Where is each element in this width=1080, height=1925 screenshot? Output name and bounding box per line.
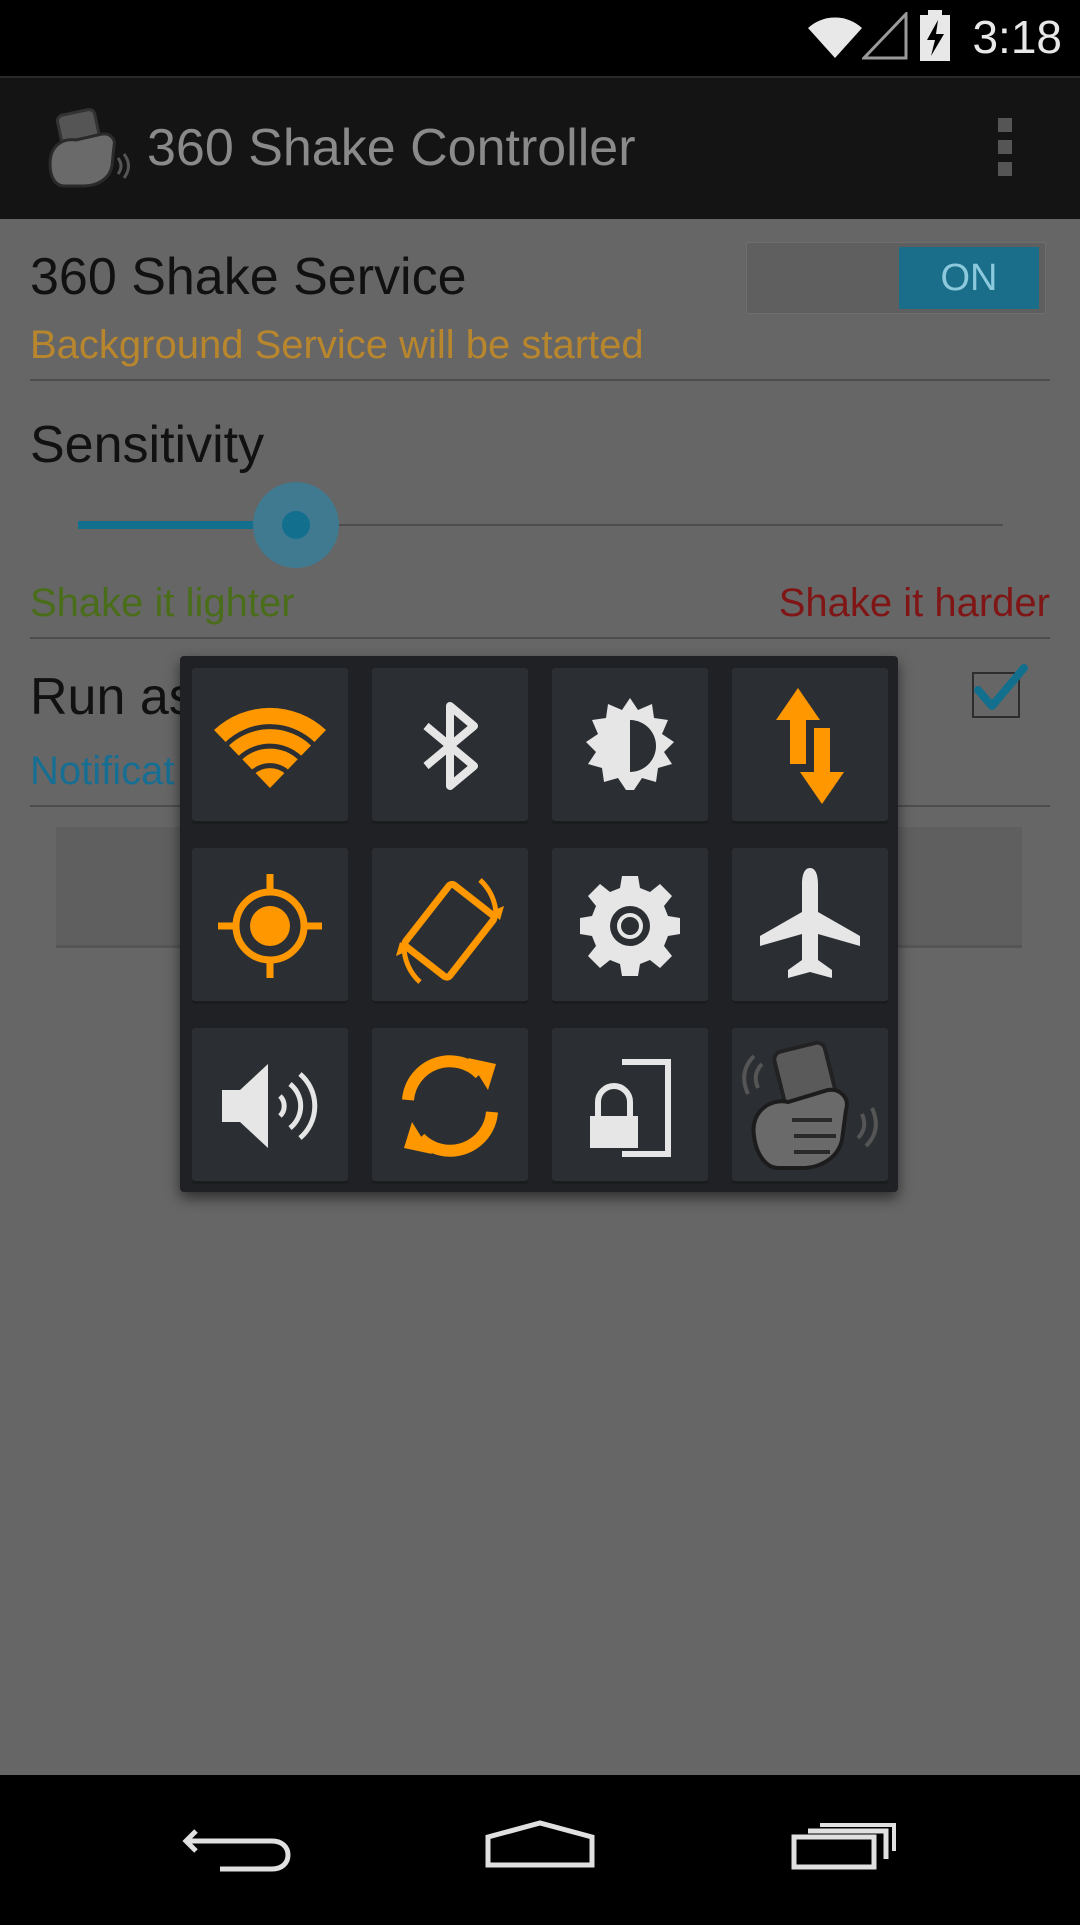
home-icon [485,1820,595,1868]
volume-toggle[interactable] [192,1028,348,1184]
wifi-icon [214,707,326,788]
harder-label: Shake it harder [778,581,1050,625]
auto-rotate-icon [396,878,504,984]
lighter-label: Shake it lighter [30,581,295,625]
sync-toggle[interactable] [372,1028,528,1184]
location-toggle[interactable] [192,848,348,1004]
app-logo-icon[interactable] [40,106,130,192]
airplane-toggle[interactable] [732,848,888,1004]
run-as-title: Run as [30,668,195,726]
settings-toggle[interactable] [552,848,708,1004]
recents-icon [791,1823,896,1870]
sync-icon [402,1055,498,1157]
app-title: 360 Shake Controller [147,119,636,177]
mobile-data-icon [776,688,844,804]
divider [30,379,1050,381]
toggle-on-label: ON [899,247,1039,309]
service-subtitle: Background Service will be started [30,323,644,367]
notification-subtitle: Notificat [30,749,175,793]
divider [30,637,1050,639]
bluetooth-toggle[interactable] [372,668,528,824]
screen-lock-icon [590,1059,671,1157]
mobile-data-toggle[interactable] [732,668,888,824]
brightness-toggle[interactable] [552,668,708,824]
volume-icon [222,1064,318,1148]
back-button[interactable] [160,1775,320,1920]
sensitivity-slider-thumb[interactable] [282,511,310,539]
auto-rotate-toggle[interactable] [372,848,528,1004]
run-as-checkbox[interactable] [972,664,1028,718]
sensitivity-title: Sensitivity [30,416,265,474]
recents-button[interactable] [764,1775,924,1920]
action-bar: 360 Shake Controller [0,76,1080,221]
status-bar: 3:18 [0,0,1080,76]
screen-lock-toggle[interactable] [552,1028,708,1184]
status-time: 3:18 [972,11,1062,63]
battery-charging-icon [920,10,950,61]
back-icon [182,1829,291,1872]
wifi-signal-icon [808,17,862,58]
service-toggle[interactable]: ON [746,242,1046,314]
wifi-toggle[interactable] [192,668,348,824]
shake-app-icon [742,1040,878,1170]
overflow-menu-icon[interactable] [998,118,1014,178]
shake-app-toggle[interactable] [732,1028,888,1184]
service-title: 360 Shake Service [30,248,467,306]
bluetooth-icon [423,702,478,790]
airplane-icon [760,868,860,978]
cell-signal-icon [862,12,908,60]
check-icon [974,664,1028,710]
quick-toggle-popup [180,656,898,1192]
home-button[interactable] [460,1775,620,1920]
settings-icon [580,876,680,976]
brightness-icon [586,698,674,790]
navigation-bar [0,1775,1080,1920]
location-icon [218,874,322,978]
